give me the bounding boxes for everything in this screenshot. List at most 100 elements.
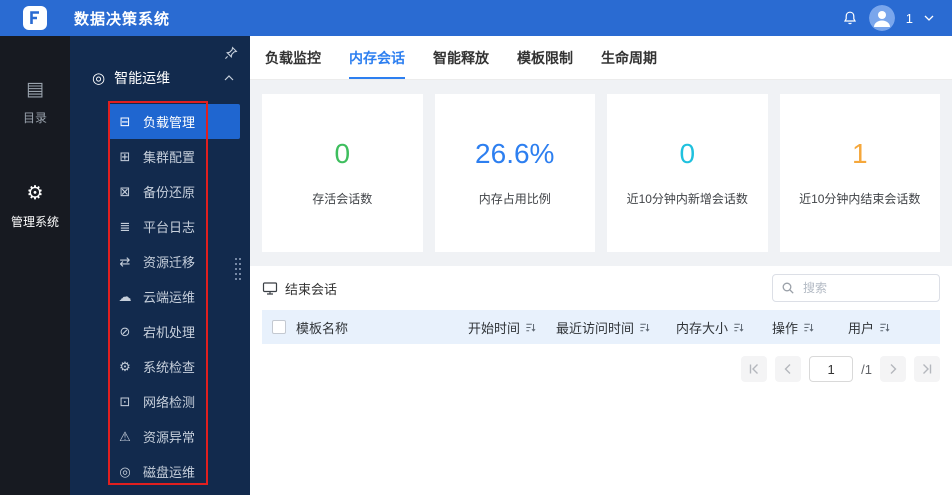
- tab-smart-release[interactable]: 智能释放: [433, 36, 489, 79]
- sidebar-item-label: 平台日志: [143, 220, 196, 235]
- select-all-cell: [262, 320, 296, 334]
- stat-value: 1: [851, 137, 868, 169]
- chevron-left-icon: [784, 364, 791, 374]
- sidebar-item-backup-restore[interactable]: ⊠ 备份还原: [70, 174, 250, 209]
- app-body: ▤ 目录 ⚙ 管理系统 ◎ 智能运维 ⊟ 负载管理 ⊞ 集群配置 ⊠ 备份还原 …: [0, 36, 952, 495]
- stats-panel: 0 存活会话数 26.6% 内存占用比例 0 近10分钟内新增会话数 1 近10…: [250, 80, 952, 266]
- network-detection-icon: ⊡: [119, 393, 131, 409]
- column-template-name: 模板名称: [296, 318, 468, 337]
- rail-item-label: 管理系统: [10, 215, 59, 229]
- sidebar-item-label: 负载管理: [143, 115, 196, 130]
- backup-restore-icon: ⊠: [119, 183, 131, 199]
- sort-icon[interactable]: [639, 322, 650, 333]
- chevron-down-icon[interactable]: [924, 15, 934, 21]
- column-label: 操作: [772, 320, 799, 336]
- stat-label: 内存占用比例: [478, 191, 551, 206]
- next-page-button[interactable]: [880, 356, 906, 382]
- last-page-button[interactable]: [914, 356, 940, 382]
- column-recent-access-time[interactable]: 最近访问时间: [556, 318, 676, 337]
- rail-item-admin-system[interactable]: ⚙ 管理系统: [11, 184, 59, 230]
- column-actions[interactable]: 操作: [772, 318, 848, 337]
- tab-label: 模板限制: [517, 49, 573, 66]
- end-session-icon: [262, 281, 278, 295]
- sidebar-item-label: 宕机处理: [143, 325, 196, 340]
- stat-label: 存活会话数: [312, 191, 373, 206]
- sidebar-item-platform-logs[interactable]: ≣ 平台日志: [70, 209, 250, 244]
- icon-rail: ▤ 目录 ⚙ 管理系统: [0, 36, 70, 495]
- select-all-checkbox[interactable]: [272, 320, 286, 334]
- tab-label: 智能释放: [433, 49, 489, 66]
- sidebar-item-resource-migration[interactable]: ⇄ 资源迁移: [70, 244, 250, 279]
- rail-item-catalog[interactable]: ▤ 目录: [23, 80, 47, 126]
- crash-handling-icon: ⊘: [119, 323, 131, 339]
- load-management-icon: ⊟: [119, 113, 131, 129]
- app-logo: [0, 6, 70, 30]
- page-total: /1: [861, 361, 872, 377]
- chevron-up-icon[interactable]: [224, 75, 234, 81]
- smart-ops-icon: ◎: [92, 70, 106, 87]
- first-page-icon: [749, 364, 759, 374]
- list-toolbar: 结束会话: [250, 266, 952, 310]
- sidebar-item-resource-anomaly[interactable]: ⚠ 资源异常: [70, 419, 250, 454]
- table-header: 模板名称 开始时间 最近访问时间 内存大小 操作 用户: [262, 310, 940, 344]
- column-label: 最近访问时间: [556, 320, 635, 336]
- sidebar-item-label: 系统检查: [143, 360, 196, 375]
- column-user[interactable]: 用户: [848, 318, 940, 337]
- user-avatar-icon[interactable]: [868, 5, 895, 31]
- prev-page-button[interactable]: [775, 356, 802, 382]
- stat-label: 近10分钟内结束会话数: [799, 191, 921, 206]
- stat-value: 0: [334, 137, 351, 169]
- sort-icon[interactable]: [879, 322, 890, 333]
- tab-memory-session[interactable]: 内存会话: [349, 36, 405, 79]
- sidebar-item-load-management[interactable]: ⊟ 负载管理: [108, 104, 240, 139]
- catalog-icon: ▤: [26, 79, 44, 100]
- column-start-time[interactable]: 开始时间: [468, 318, 556, 337]
- first-page-button[interactable]: [741, 356, 768, 382]
- sort-icon[interactable]: [525, 322, 536, 333]
- sidebar-item-label: 备份还原: [143, 185, 196, 200]
- sidebar-item-network-detection[interactable]: ⊡ 网络检测: [70, 384, 250, 419]
- sidebar-item-system-check[interactable]: ⚙ 系统检查: [70, 349, 250, 384]
- sidebar-group-label: 智能运维: [114, 70, 171, 86]
- sidebar-item-label: 资源异常: [143, 430, 196, 445]
- stat-value: 26.6%: [475, 137, 555, 169]
- bell-icon[interactable]: [842, 10, 858, 26]
- stat-value: 0: [679, 137, 696, 169]
- resource-anomaly-icon: ⚠: [119, 428, 131, 444]
- tab-load-monitor[interactable]: 负载监控: [265, 36, 321, 79]
- sidebar-item-cloud-ops[interactable]: ☁ 云端运维: [70, 279, 250, 314]
- end-session-button[interactable]: 结束会话: [262, 279, 337, 298]
- tab-label: 内存会话: [349, 49, 405, 66]
- sidebar: ◎ 智能运维 ⊟ 负载管理 ⊞ 集群配置 ⊠ 备份还原 ≣ 平台日志 ⇄ 资源迁…: [70, 36, 250, 495]
- page-input[interactable]: [809, 356, 854, 382]
- tab-label: 生命周期: [601, 49, 657, 66]
- search-input[interactable]: [772, 274, 940, 302]
- rail-item-label: 目录: [22, 111, 47, 125]
- tab-bar: 负载监控 内存会话 智能释放 模板限制 生命周期: [250, 36, 952, 80]
- column-label: 开始时间: [468, 320, 521, 336]
- sidebar-group-smart-ops[interactable]: ◎ 智能运维: [70, 60, 250, 98]
- stat-label: 近10分钟内新增会话数: [626, 191, 748, 206]
- logo-badge: [23, 6, 47, 30]
- cloud-ops-icon: ☁: [118, 288, 132, 304]
- sidebar-item-crash-handling[interactable]: ⊘ 宕机处理: [70, 314, 250, 349]
- sort-icon[interactable]: [803, 322, 814, 333]
- sidebar-menu: ⊟ 负载管理 ⊞ 集群配置 ⊠ 备份还原 ≣ 平台日志 ⇄ 资源迁移 ☁ 云端运…: [70, 104, 250, 489]
- stat-card-new-sessions: 0 近10分钟内新增会话数: [607, 94, 768, 252]
- column-memory-size[interactable]: 内存大小: [676, 318, 772, 337]
- sidebar-drag-handle[interactable]: [235, 258, 243, 282]
- resource-migration-icon: ⇄: [119, 253, 131, 269]
- user-badge-count: 1: [905, 10, 913, 26]
- sidebar-item-disk-ops[interactable]: ◎ 磁盘运维: [70, 454, 250, 489]
- pin-icon[interactable]: [224, 46, 238, 60]
- tab-lifecycle[interactable]: 生命周期: [601, 36, 657, 79]
- sidebar-item-cluster-config[interactable]: ⊞ 集群配置: [70, 139, 250, 174]
- tab-label: 负载监控: [265, 49, 321, 66]
- tab-template-limit[interactable]: 模板限制: [517, 36, 573, 79]
- sort-icon[interactable]: [733, 322, 744, 333]
- sidebar-item-label: 网络检测: [143, 395, 196, 410]
- sidebar-item-label: 集群配置: [143, 150, 196, 165]
- cluster-config-icon: ⊞: [119, 148, 131, 164]
- topbar: 数据决策系统 1: [0, 0, 952, 36]
- main-content: 负载监控 内存会话 智能释放 模板限制 生命周期 0 存活会话数 26.6% 内…: [250, 36, 952, 495]
